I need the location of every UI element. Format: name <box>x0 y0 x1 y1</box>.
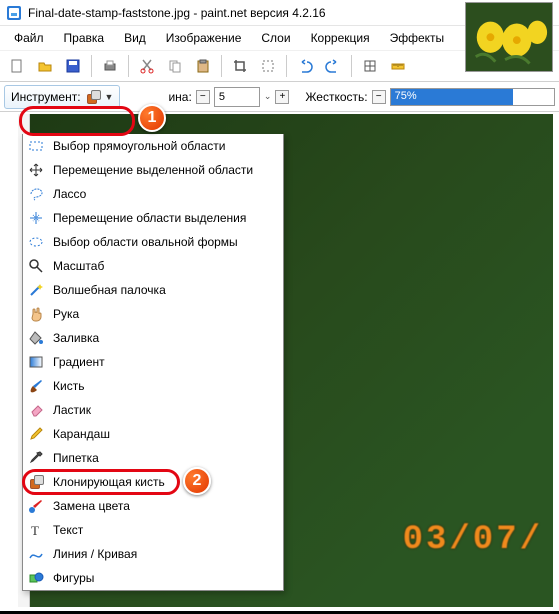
text-icon: T <box>27 521 45 539</box>
tool-text[interactable]: TТекст <box>23 518 283 542</box>
tool-fill[interactable]: Заливка <box>23 326 283 350</box>
tool-gradient[interactable]: Градиент <box>23 350 283 374</box>
brush-width-label: ина: <box>168 90 191 104</box>
tool-line[interactable]: Линия / Кривая <box>23 542 283 566</box>
copy-button[interactable] <box>162 53 188 79</box>
rectangle-select-icon <box>27 137 45 155</box>
cut-button[interactable] <box>134 53 160 79</box>
move-selection-icon <box>27 161 45 179</box>
redo-button[interactable] <box>320 53 346 79</box>
clone-stamp-icon <box>27 473 45 491</box>
tool-pan[interactable]: Рука <box>23 302 283 326</box>
app-icon <box>6 5 22 21</box>
tool-clone-stamp[interactable]: Клонирующая кисть <box>23 470 283 494</box>
save-button[interactable] <box>60 53 86 79</box>
menu-layers[interactable]: Слои <box>251 28 300 48</box>
tool-magic-wand[interactable]: Волшебная палочка <box>23 278 283 302</box>
paste-button[interactable] <box>190 53 216 79</box>
tool-ellipse-select[interactable]: Выбор области овальной формы <box>23 230 283 254</box>
tool-eraser[interactable]: Ластик <box>23 398 283 422</box>
tool-shapes[interactable]: Фигуры <box>23 566 283 590</box>
menu-file[interactable]: Файл <box>4 28 54 48</box>
line-icon <box>27 545 45 563</box>
menu-effects[interactable]: Эффекты <box>380 28 455 48</box>
date-stamp-overlay: 03/07/ <box>403 521 543 559</box>
eraser-icon <box>27 401 45 419</box>
pencil-icon <box>27 425 45 443</box>
ruler-button[interactable] <box>385 53 411 79</box>
eyedropper-icon <box>27 449 45 467</box>
tool-move-selection[interactable]: Перемещение выделенной области <box>23 158 283 182</box>
tool-selector-label: Инструмент: <box>11 90 81 104</box>
tool-zoom[interactable]: Масштаб <box>23 254 283 278</box>
image-thumbnail[interactable] <box>465 2 553 72</box>
width-plus-button[interactable]: + <box>275 90 289 104</box>
chevron-down-icon: ▼ <box>105 92 114 102</box>
recolor-icon <box>27 497 45 515</box>
menu-edit[interactable]: Правка <box>54 28 115 48</box>
menu-adjust[interactable]: Коррекция <box>301 28 380 48</box>
deselect-button[interactable] <box>255 53 281 79</box>
shapes-icon <box>27 569 45 587</box>
tool-dropdown: Выбор прямоугольной области Перемещение … <box>22 134 284 591</box>
print-button[interactable] <box>97 53 123 79</box>
svg-text:T: T <box>31 523 39 538</box>
hardness-minus-button[interactable]: − <box>372 90 386 104</box>
tool-lasso[interactable]: Лассо <box>23 182 283 206</box>
hardness-label: Жесткость: <box>305 90 367 104</box>
brush-width-input[interactable] <box>214 87 260 107</box>
menu-image[interactable]: Изображение <box>156 28 252 48</box>
clone-stamp-icon <box>85 89 101 105</box>
zoom-icon <box>27 257 45 275</box>
width-minus-button[interactable]: − <box>196 90 210 104</box>
tool-pencil[interactable]: Карандаш <box>23 422 283 446</box>
hardness-value: 75% <box>395 90 417 102</box>
tool-recolor[interactable]: Замена цвета <box>23 494 283 518</box>
new-button[interactable] <box>4 53 30 79</box>
undo-button[interactable] <box>292 53 318 79</box>
lasso-icon <box>27 185 45 203</box>
tool-brush[interactable]: Кисть <box>23 374 283 398</box>
hardness-slider[interactable]: 75% <box>390 88 555 106</box>
tool-options-bar: Инструмент: ▼ ина: − ⌄ + Жесткость: − 75… <box>0 82 559 112</box>
gradient-icon <box>27 353 45 371</box>
open-button[interactable] <box>32 53 58 79</box>
hand-icon <box>27 305 45 323</box>
window-title: Final-date-stamp-faststone.jpg - paint.n… <box>28 6 326 20</box>
tool-rectangle-select[interactable]: Выбор прямоугольной области <box>23 134 283 158</box>
brush-icon <box>27 377 45 395</box>
tool-selector[interactable]: Инструмент: ▼ <box>4 85 120 109</box>
crop-button[interactable] <box>227 53 253 79</box>
magic-wand-icon <box>27 281 45 299</box>
move-pixels-icon <box>27 209 45 227</box>
paint-bucket-icon <box>27 329 45 347</box>
tool-move-selection-area[interactable]: Перемещение области выделения <box>23 206 283 230</box>
tool-color-picker[interactable]: Пипетка <box>23 446 283 470</box>
menu-view[interactable]: Вид <box>114 28 156 48</box>
grid-button[interactable] <box>357 53 383 79</box>
ellipse-select-icon <box>27 233 45 251</box>
